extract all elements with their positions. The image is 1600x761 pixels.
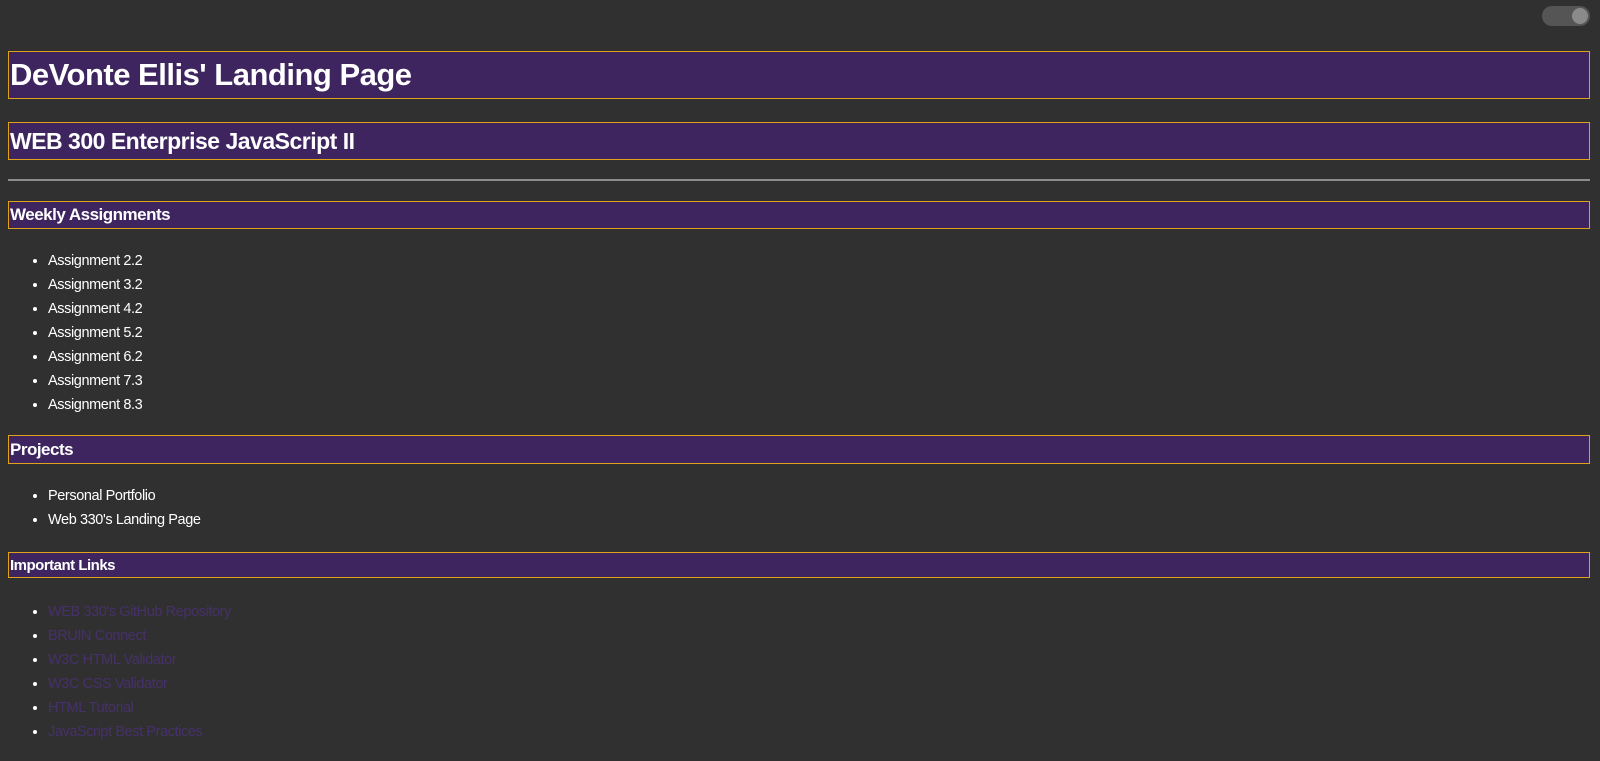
projects-banner: Projects: [8, 435, 1590, 464]
theme-toggle[interactable]: [1542, 6, 1590, 26]
link-item: BRUIN Connect: [48, 624, 231, 648]
course-title: WEB 300 Enterprise JavaScript II: [10, 127, 355, 154]
link-item: W3C HTML Validator: [48, 648, 231, 672]
projects-heading: Projects: [10, 439, 74, 459]
js-best-practices-link[interactable]: JavaScript Best Practices: [48, 724, 203, 740]
title-banner: DeVonte Ellis' Landing Page: [8, 51, 1590, 99]
html-validator-link[interactable]: W3C HTML Validator: [48, 652, 177, 668]
assignment-item: Assignment 3.2: [48, 273, 143, 297]
weekly-assignments-banner: Weekly Assignments: [8, 201, 1590, 229]
link-item: W3C CSS Validator: [48, 672, 231, 696]
project-item: Web 330's Landing Page: [48, 508, 201, 532]
important-links-heading: Important Links: [10, 556, 116, 574]
assignment-item: Assignment 6.2: [48, 345, 143, 369]
project-item: Personal Portfolio: [48, 484, 201, 508]
link-item: WEB 330's GitHub Repository: [48, 600, 231, 624]
toggle-knob: [1572, 8, 1588, 24]
bruin-connect-link[interactable]: BRUIN Connect: [48, 628, 146, 644]
link-item: HTML Tutorial: [48, 696, 231, 720]
link-item: JavaScript Best Practices: [48, 720, 231, 744]
assignment-item: Assignment 5.2: [48, 321, 143, 345]
assignment-item: Assignment 8.3: [48, 393, 143, 417]
projects-list: Personal Portfolio Web 330's Landing Pag…: [8, 484, 201, 532]
section-divider: [8, 179, 1590, 181]
important-links-banner: Important Links: [8, 552, 1590, 578]
assignment-item: Assignment 2.2: [48, 249, 143, 273]
assignment-item: Assignment 7.3: [48, 369, 143, 393]
css-validator-link[interactable]: W3C CSS Validator: [48, 676, 168, 692]
page-title: DeVonte Ellis' Landing Page: [10, 57, 412, 92]
assignment-item: Assignment 4.2: [48, 297, 143, 321]
course-banner: WEB 300 Enterprise JavaScript II: [8, 122, 1590, 160]
assignments-list: Assignment 2.2 Assignment 3.2 Assignment…: [8, 249, 143, 417]
links-list: WEB 330's GitHub Repository BRUIN Connec…: [8, 600, 231, 744]
weekly-assignments-heading: Weekly Assignments: [10, 205, 171, 224]
github-repo-link[interactable]: WEB 330's GitHub Repository: [48, 604, 231, 620]
html-tutorial-link[interactable]: HTML Tutorial: [48, 700, 134, 716]
